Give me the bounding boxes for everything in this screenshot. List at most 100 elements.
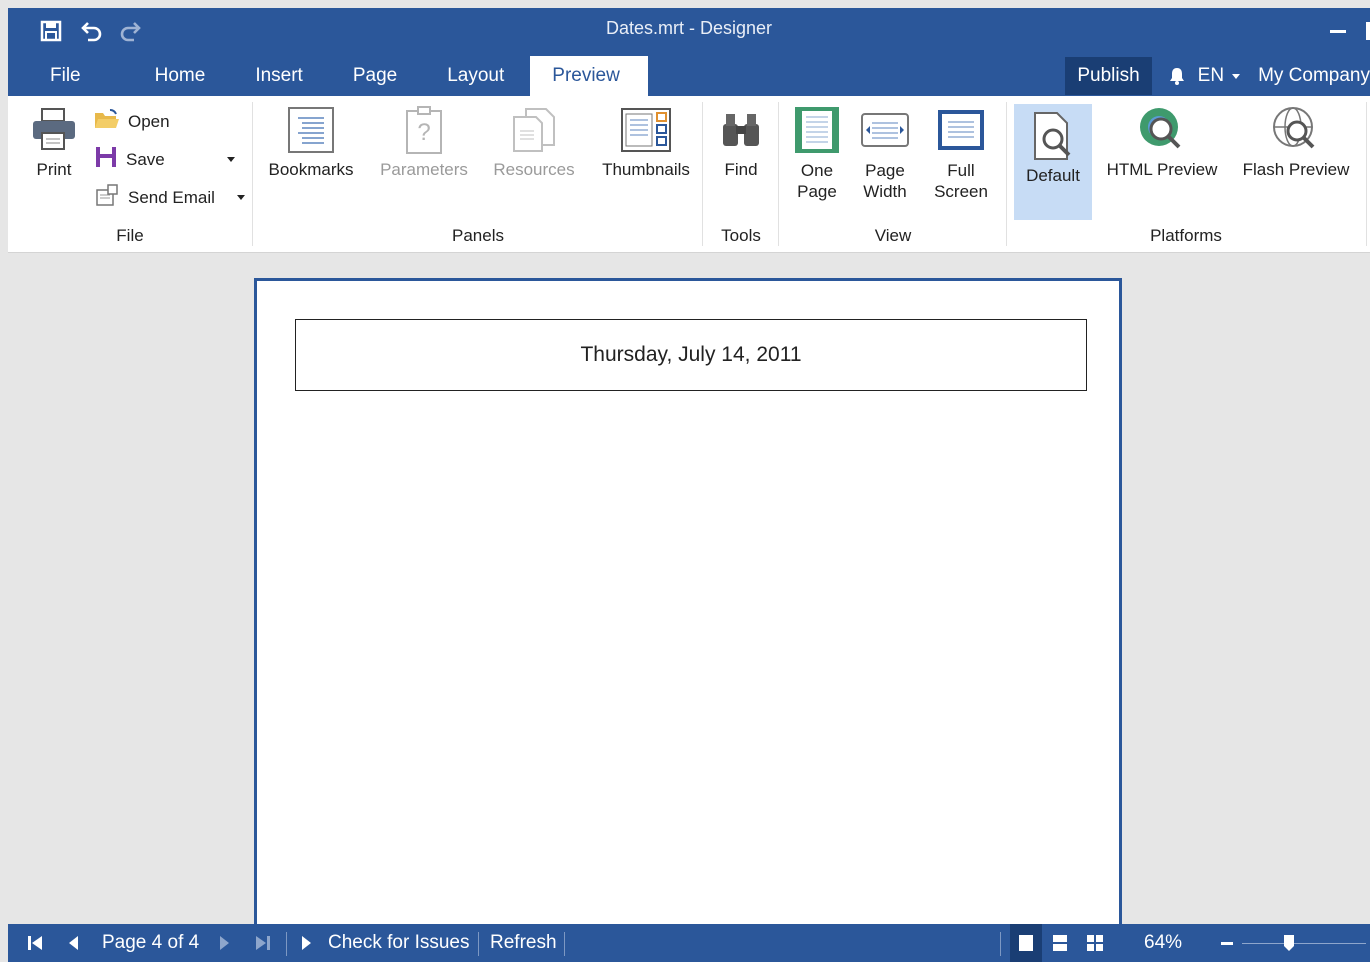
default-platform-button[interactable]: Default <box>1014 104 1092 220</box>
save-label: Save <box>126 149 165 169</box>
group-label-panels: Panels <box>452 226 504 245</box>
find-button[interactable]: Find <box>713 104 769 180</box>
group-label-view: View <box>874 226 912 245</box>
parameters-button[interactable]: ? Parameters <box>377 104 471 180</box>
bell-icon[interactable] <box>1166 65 1188 87</box>
view-multiple-pages-icon[interactable] <box>1086 924 1104 962</box>
first-page-icon[interactable] <box>26 924 44 962</box>
play-icon[interactable] <box>300 924 314 962</box>
page-width-label-line1: Page <box>865 161 905 180</box>
ribbon-tabs: File Home Insert Page Layout Preview <box>8 56 648 96</box>
page-width-icon <box>859 104 911 156</box>
date-textbox: Thursday, July 14, 2011 <box>295 319 1087 391</box>
thumbnails-button[interactable]: Thumbnails <box>597 104 695 180</box>
print-button[interactable]: Print <box>24 104 84 180</box>
view-single-page-icon[interactable] <box>1010 924 1042 962</box>
minimize-icon[interactable] <box>1330 30 1346 33</box>
zoom-out-icon[interactable] <box>1220 924 1234 962</box>
publish-button[interactable]: Publish <box>1065 57 1152 95</box>
bookmarks-icon <box>285 104 337 156</box>
zoom-slider-thumb[interactable] <box>1282 924 1296 962</box>
folder-open-icon <box>94 108 120 135</box>
ribbon-separator <box>1366 102 1367 246</box>
page-width-button[interactable]: Page Width <box>857 104 913 202</box>
group-label-platforms: Platforms <box>1150 226 1222 245</box>
bookmarks-button[interactable]: Bookmarks <box>265 104 357 180</box>
tab-file[interactable]: File <box>8 56 133 96</box>
tab-layout[interactable]: Layout <box>423 56 530 96</box>
status-separator <box>564 932 565 956</box>
flash-preview-button[interactable]: Flash Preview <box>1237 104 1355 180</box>
resources-button[interactable]: Resources <box>489 104 579 180</box>
one-page-icon <box>791 104 843 156</box>
open-button[interactable]: Open <box>94 108 170 135</box>
svg-text:?: ? <box>417 119 430 146</box>
full-screen-icon <box>935 104 987 156</box>
flash-preview-label: Flash Preview <box>1242 160 1350 179</box>
page-info: Page 4 of 4 <box>102 932 200 953</box>
maximize-icon[interactable] <box>1366 22 1370 40</box>
tab-insert[interactable]: Insert <box>233 56 329 96</box>
page-width-label-line2: Width <box>863 182 907 201</box>
refresh-button[interactable]: Refresh <box>490 924 557 962</box>
save-disk-icon <box>94 146 118 173</box>
language-dropdown-icon[interactable] <box>1232 73 1241 79</box>
html-preview-icon <box>1136 104 1188 156</box>
last-page-icon[interactable] <box>254 924 272 962</box>
full-screen-label-line2: Screen <box>934 182 988 201</box>
printer-icon <box>28 104 80 156</box>
send-email-label: Send Email <box>128 187 215 207</box>
previous-page-icon[interactable] <box>66 924 80 962</box>
group-label-file: File <box>116 226 144 245</box>
resources-label: Resources <box>493 160 575 179</box>
resources-icon <box>508 104 560 156</box>
parameters-icon: ? <box>398 104 450 156</box>
view-continuous-icon[interactable] <box>1052 924 1068 962</box>
next-page-icon[interactable] <box>218 924 232 962</box>
zoom-level: 64% <box>1144 932 1183 953</box>
html-preview-button[interactable]: HTML Preview <box>1103 104 1221 180</box>
group-view: One Page Page Width Full Screen View <box>779 96 1007 252</box>
open-label: Open <box>128 111 170 131</box>
find-label: Find <box>724 160 758 179</box>
window-title: Dates.mrt - Designer <box>605 18 773 38</box>
save-dropdown-icon[interactable] <box>226 157 235 162</box>
report-page: Thursday, July 14, 2011 <box>254 278 1122 928</box>
save-button[interactable]: Save <box>94 146 235 173</box>
group-tools: Find Tools <box>703 96 779 252</box>
group-file: Print Open Save Send Email File <box>8 96 252 252</box>
check-issues-button[interactable]: Check for Issues <box>328 924 470 962</box>
default-preview-icon <box>1027 110 1079 162</box>
language-selector[interactable]: EN <box>1198 65 1224 87</box>
group-platforms: Default HTML Preview Flash Preview Platf… <box>1007 96 1365 252</box>
send-email-icon <box>94 184 120 211</box>
default-label: Default <box>1026 166 1080 185</box>
parameters-label: Parameters <box>380 160 468 179</box>
ribbon: Print Open Save Send Email File Bookmark… <box>8 96 1370 253</box>
thumbnails-icon <box>620 104 672 156</box>
one-page-label-line2: Page <box>797 182 837 201</box>
binoculars-icon <box>715 104 767 156</box>
one-page-button[interactable]: One Page <box>789 104 845 202</box>
flash-preview-icon <box>1270 104 1322 156</box>
send-email-dropdown-icon[interactable] <box>236 195 245 200</box>
company-name[interactable]: My Company <box>1258 65 1370 87</box>
bookmarks-label: Bookmarks <box>268 160 354 179</box>
full-screen-button[interactable]: Full Screen <box>931 104 991 202</box>
header-right: Publish EN My Company <box>1065 56 1370 96</box>
status-bar: Page 4 of 4 Check for Issues Refresh 64% <box>8 924 1370 962</box>
tab-home[interactable]: Home <box>133 56 234 96</box>
status-separator <box>286 932 287 956</box>
group-panels: Bookmarks ? Parameters Resources Thumbna… <box>253 96 703 252</box>
zoom-slider-track[interactable] <box>1242 943 1366 944</box>
tab-page[interactable]: Page <box>329 56 423 96</box>
print-label: Print <box>36 160 72 179</box>
full-screen-label-line1: Full <box>947 161 975 180</box>
send-email-button[interactable]: Send Email <box>94 184 245 211</box>
group-label-tools: Tools <box>721 226 761 245</box>
html-preview-label: HTML Preview <box>1106 160 1218 179</box>
status-separator <box>478 932 479 956</box>
title-bar: Dates.mrt - Designer File Home Insert Pa… <box>8 8 1370 96</box>
thumbnails-label: Thumbnails <box>602 160 690 179</box>
tab-preview[interactable]: Preview <box>530 56 648 96</box>
